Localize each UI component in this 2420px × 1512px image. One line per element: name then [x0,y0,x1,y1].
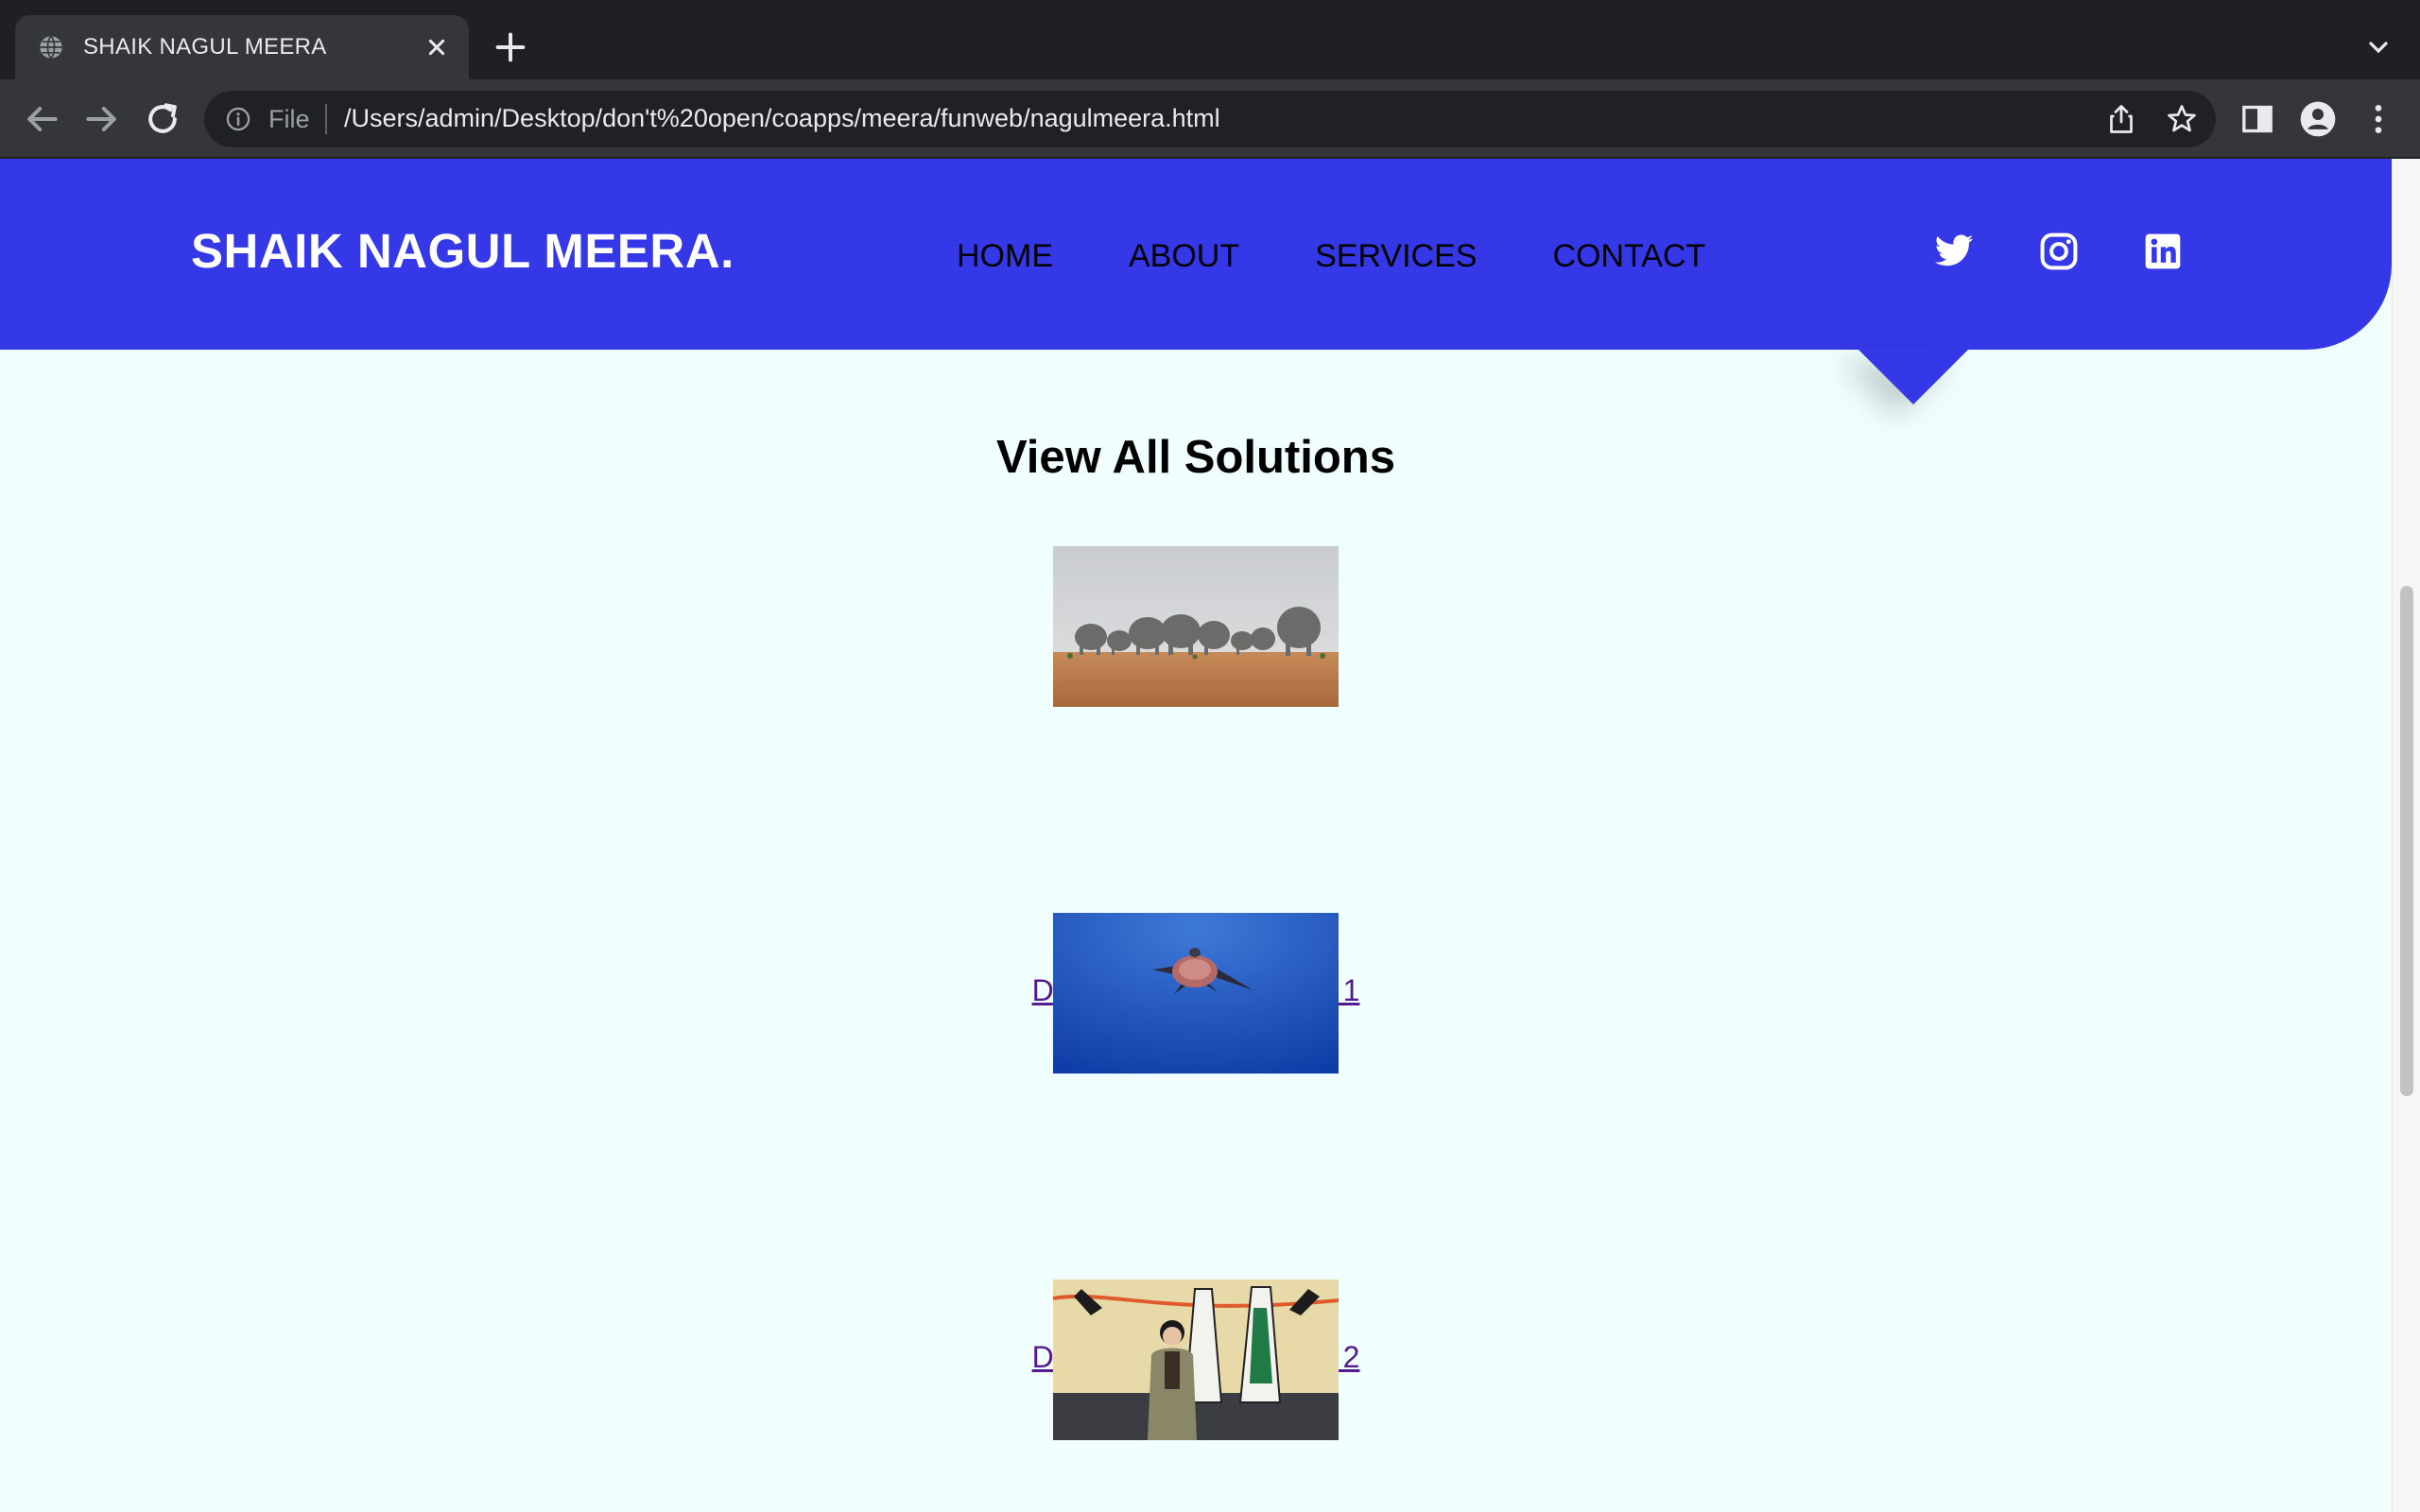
address-bar[interactable]: File /Users/admin/Desktop/don't%20open/c… [204,91,2216,147]
close-icon[interactable] [422,32,452,62]
page-title: View All Solutions [995,432,1395,483]
new-tab-plus-icon[interactable] [492,28,529,66]
browser-toolbar: File /Users/admin/Desktop/don't%20open/c… [0,79,2420,159]
instagram-icon[interactable] [2038,231,2080,272]
side-panel-icon[interactable] [2238,100,2276,138]
reload-icon[interactable] [142,98,183,140]
info-icon[interactable] [225,106,251,132]
share-icon[interactable] [2104,102,2138,136]
main-nav: HOME ABOUT SERVICES CONTACT [957,238,1781,275]
back-arrow-icon[interactable] [21,98,62,140]
bookmark-star-icon[interactable] [2165,102,2199,136]
header-notch-pointer [1857,348,1970,404]
solution-1-image[interactable] [1053,546,1339,707]
forward-arrow-icon[interactable] [81,98,123,140]
address-separator [325,104,327,134]
browser-tab-strip: SHAIK NAGUL MEERA [0,0,2420,79]
site-header: SHAIK NAGUL MEERA. HOME ABOUT SERVICES C… [0,159,2392,350]
nav-services[interactable]: SERVICES [1315,238,1477,275]
solution-3-image[interactable] [1053,1280,1339,1440]
url-text[interactable]: /Users/admin/Desktop/don't%20open/coapps… [344,104,1220,133]
chevron-down-icon[interactable] [2360,32,2397,62]
page-viewport: SHAIK NAGUL MEERA. HOME ABOUT SERVICES C… [0,159,2420,1512]
page-scrollbar[interactable] [2392,159,2420,1512]
linkedin-icon[interactable] [2142,231,2184,272]
scrollbar-thumb[interactable] [2400,586,2413,1096]
solution-2-image[interactable] [1053,913,1339,1074]
nav-about[interactable]: ABOUT [1129,238,1239,275]
globe-icon [40,35,62,60]
tab-title: SHAIK NAGUL MEERA [83,34,327,60]
profile-avatar-icon[interactable] [2299,100,2337,138]
browser-tab[interactable]: SHAIK NAGUL MEERA [15,15,469,79]
file-scheme-label: File [268,105,310,133]
site-brand[interactable]: SHAIK NAGUL MEERA. [191,223,735,279]
kebab-menu-icon[interactable] [2360,100,2397,138]
nav-contact[interactable]: CONTACT [1552,238,1705,275]
twitter-icon[interactable] [1933,231,1975,272]
nav-home[interactable]: HOME [957,238,1053,275]
